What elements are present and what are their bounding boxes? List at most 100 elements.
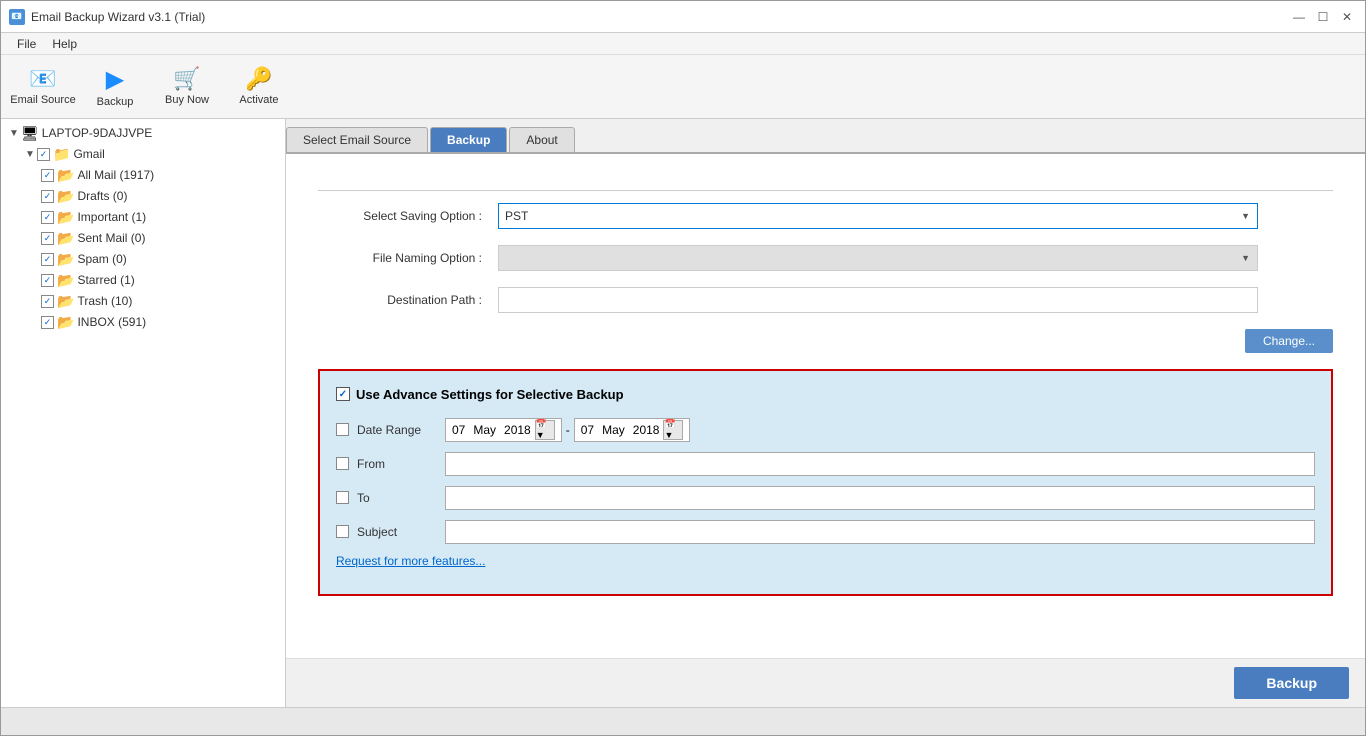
toolbar-activate[interactable]: 🔑 Activate: [225, 59, 293, 113]
trash-icon: 📂: [57, 293, 74, 310]
saving-option-control: PST MBOX EML MSG PDF: [498, 203, 1258, 229]
tree-trash-label: Trash (10): [77, 294, 132, 308]
subject-row: Subject: [336, 520, 1315, 544]
menu-help[interactable]: Help: [44, 35, 85, 53]
computer-icon: 🖥: [21, 125, 39, 142]
tree-starred-label: Starred (1): [77, 273, 134, 287]
date-separator: -: [566, 423, 570, 437]
close-button[interactable]: ✕: [1337, 7, 1357, 27]
toolbar-email-source[interactable]: 📧 Email Source: [9, 59, 77, 113]
tree-allmail[interactable]: 📂 All Mail (1917): [1, 165, 285, 186]
app-icon: 📧: [9, 9, 25, 25]
title-bar-text: Email Backup Wizard v3.1 (Trial): [31, 10, 205, 24]
from-checkbox[interactable]: [336, 457, 349, 470]
tab-about[interactable]: About: [509, 127, 574, 152]
file-naming-row: File Naming Option : Subject + Date (dd-…: [318, 245, 1333, 271]
drafts-icon: 📂: [57, 188, 74, 205]
gmail-icon: 📁: [53, 146, 70, 163]
tree-trash[interactable]: 📂 Trash (10): [1, 291, 285, 312]
backup-icon: ▶: [106, 65, 124, 94]
tab-select-email-source[interactable]: Select Email Source: [286, 127, 428, 152]
change-button[interactable]: Change...: [1245, 329, 1333, 353]
saving-option-row: Select Saving Option : PST MBOX EML MSG …: [318, 203, 1333, 229]
buy-now-icon: 🛒: [173, 66, 200, 92]
to-label: To: [357, 491, 437, 505]
tree-important-label: Important (1): [77, 210, 146, 224]
tree-gmail[interactable]: ▼ 📁 Gmail: [1, 144, 285, 165]
sidebar: ▼ 🖥 LAPTOP-9DAJJVPE ▼ 📁 Gmail 📂 All Mail…: [1, 119, 286, 707]
spam-icon: 📂: [57, 251, 74, 268]
destination-path-row: Destination Path : E:\Result\EmailBackup…: [318, 287, 1333, 313]
subject-checkbox[interactable]: [336, 525, 349, 538]
tree-drafts[interactable]: 📂 Drafts (0): [1, 186, 285, 207]
date-to-inner: 07 May 2018: [581, 423, 660, 437]
tree-inbox-label: INBOX (591): [77, 315, 146, 329]
tree-checkbox-important[interactable]: [41, 211, 54, 224]
file-naming-input: Subject + Date (dd-mm-yyyy): [498, 245, 1258, 271]
saving-option-label: Select Saving Option :: [318, 209, 498, 223]
email-source-icon: 📧: [29, 66, 56, 92]
subject-input[interactable]: [445, 520, 1315, 544]
destination-input[interactable]: E:\Result\EmailBackupWizard_07-05-2018 0…: [498, 287, 1258, 313]
status-bar: [1, 707, 1365, 735]
tree-root-label: LAPTOP-9DAJJVPE: [42, 126, 152, 140]
title-bar-controls: — ☐ ✕: [1289, 7, 1357, 27]
date-from-inner: 07 May 2018: [452, 423, 531, 437]
content-area: Select Email Source Backup About Select …: [286, 119, 1365, 707]
tree-drafts-label: Drafts (0): [77, 189, 127, 203]
tree-checkbox-allmail[interactable]: [41, 169, 54, 182]
tree-spam[interactable]: 📂 Spam (0): [1, 249, 285, 270]
backup-button[interactable]: Backup: [1234, 667, 1349, 699]
minimize-button[interactable]: —: [1289, 7, 1309, 27]
app-window: 📧 Email Backup Wizard v3.1 (Trial) — ☐ ✕…: [0, 0, 1366, 736]
request-link[interactable]: Request for more features...: [336, 554, 485, 568]
tree-checkbox-drafts[interactable]: [41, 190, 54, 203]
date-to-field[interactable]: 07 May 2018 📅▼: [574, 418, 691, 442]
divider-top: [318, 190, 1333, 191]
date-from-field[interactable]: 07 May 2018 📅▼: [445, 418, 562, 442]
tree-toggle-gmail: ▼: [25, 149, 37, 160]
tree-allmail-label: All Mail (1917): [77, 168, 154, 182]
inbox-icon: 📂: [57, 314, 74, 331]
tree-inbox[interactable]: 📂 INBOX (591): [1, 312, 285, 333]
advanced-settings-box: ✓ Use Advance Settings for Selective Bac…: [318, 369, 1333, 596]
title-bar-left: 📧 Email Backup Wizard v3.1 (Trial): [9, 9, 205, 25]
menu-file[interactable]: File: [9, 35, 44, 53]
tree-checkbox-sentmail[interactable]: [41, 232, 54, 245]
tree-root[interactable]: ▼ 🖥 LAPTOP-9DAJJVPE: [1, 123, 285, 144]
tree-checkbox-spam[interactable]: [41, 253, 54, 266]
backup-panel: Select Saving Option : PST MBOX EML MSG …: [286, 154, 1365, 658]
tree-sentmail[interactable]: 📂 Sent Mail (0): [1, 228, 285, 249]
tree-starred[interactable]: 📂 Starred (1): [1, 270, 285, 291]
maximize-button[interactable]: ☐: [1313, 7, 1333, 27]
to-input[interactable]: [445, 486, 1315, 510]
tree-checkbox-inbox[interactable]: [41, 316, 54, 329]
tree-checkbox-trash[interactable]: [41, 295, 54, 308]
from-label: From: [357, 457, 437, 471]
saving-option-select[interactable]: PST MBOX EML MSG PDF: [498, 203, 1258, 229]
date-from-month: May: [473, 423, 496, 437]
tree-toggle-root: ▼: [9, 128, 21, 139]
tree-checkbox-gmail[interactable]: [37, 148, 50, 161]
toolbar-backup[interactable]: ▶ Backup: [81, 59, 149, 113]
date-range-checkbox[interactable]: [336, 423, 349, 436]
to-checkbox[interactable]: [336, 491, 349, 504]
tree-checkbox-starred[interactable]: [41, 274, 54, 287]
starred-icon: 📂: [57, 272, 74, 289]
date-to-picker-btn[interactable]: 📅▼: [663, 420, 683, 440]
tree-spam-label: Spam (0): [77, 252, 126, 266]
date-from-picker: 07 May 2018 📅▼ - 07 May: [445, 418, 1315, 442]
allmail-icon: 📂: [57, 167, 74, 184]
toolbar-buy-now[interactable]: 🛒 Buy Now: [153, 59, 221, 113]
date-from-picker-btn[interactable]: 📅▼: [535, 420, 555, 440]
from-input[interactable]: [445, 452, 1315, 476]
main-layout: ▼ 🖥 LAPTOP-9DAJJVPE ▼ 📁 Gmail 📂 All Mail…: [1, 119, 1365, 707]
important-icon: 📂: [57, 209, 74, 226]
tab-backup[interactable]: Backup: [430, 127, 507, 152]
date-to-day: 07: [581, 423, 594, 437]
advanced-checkbox[interactable]: ✓: [336, 387, 350, 401]
to-row: To: [336, 486, 1315, 510]
activate-icon: 🔑: [245, 66, 272, 92]
tree-important[interactable]: 📂 Important (1): [1, 207, 285, 228]
file-naming-label: File Naming Option :: [318, 251, 498, 265]
